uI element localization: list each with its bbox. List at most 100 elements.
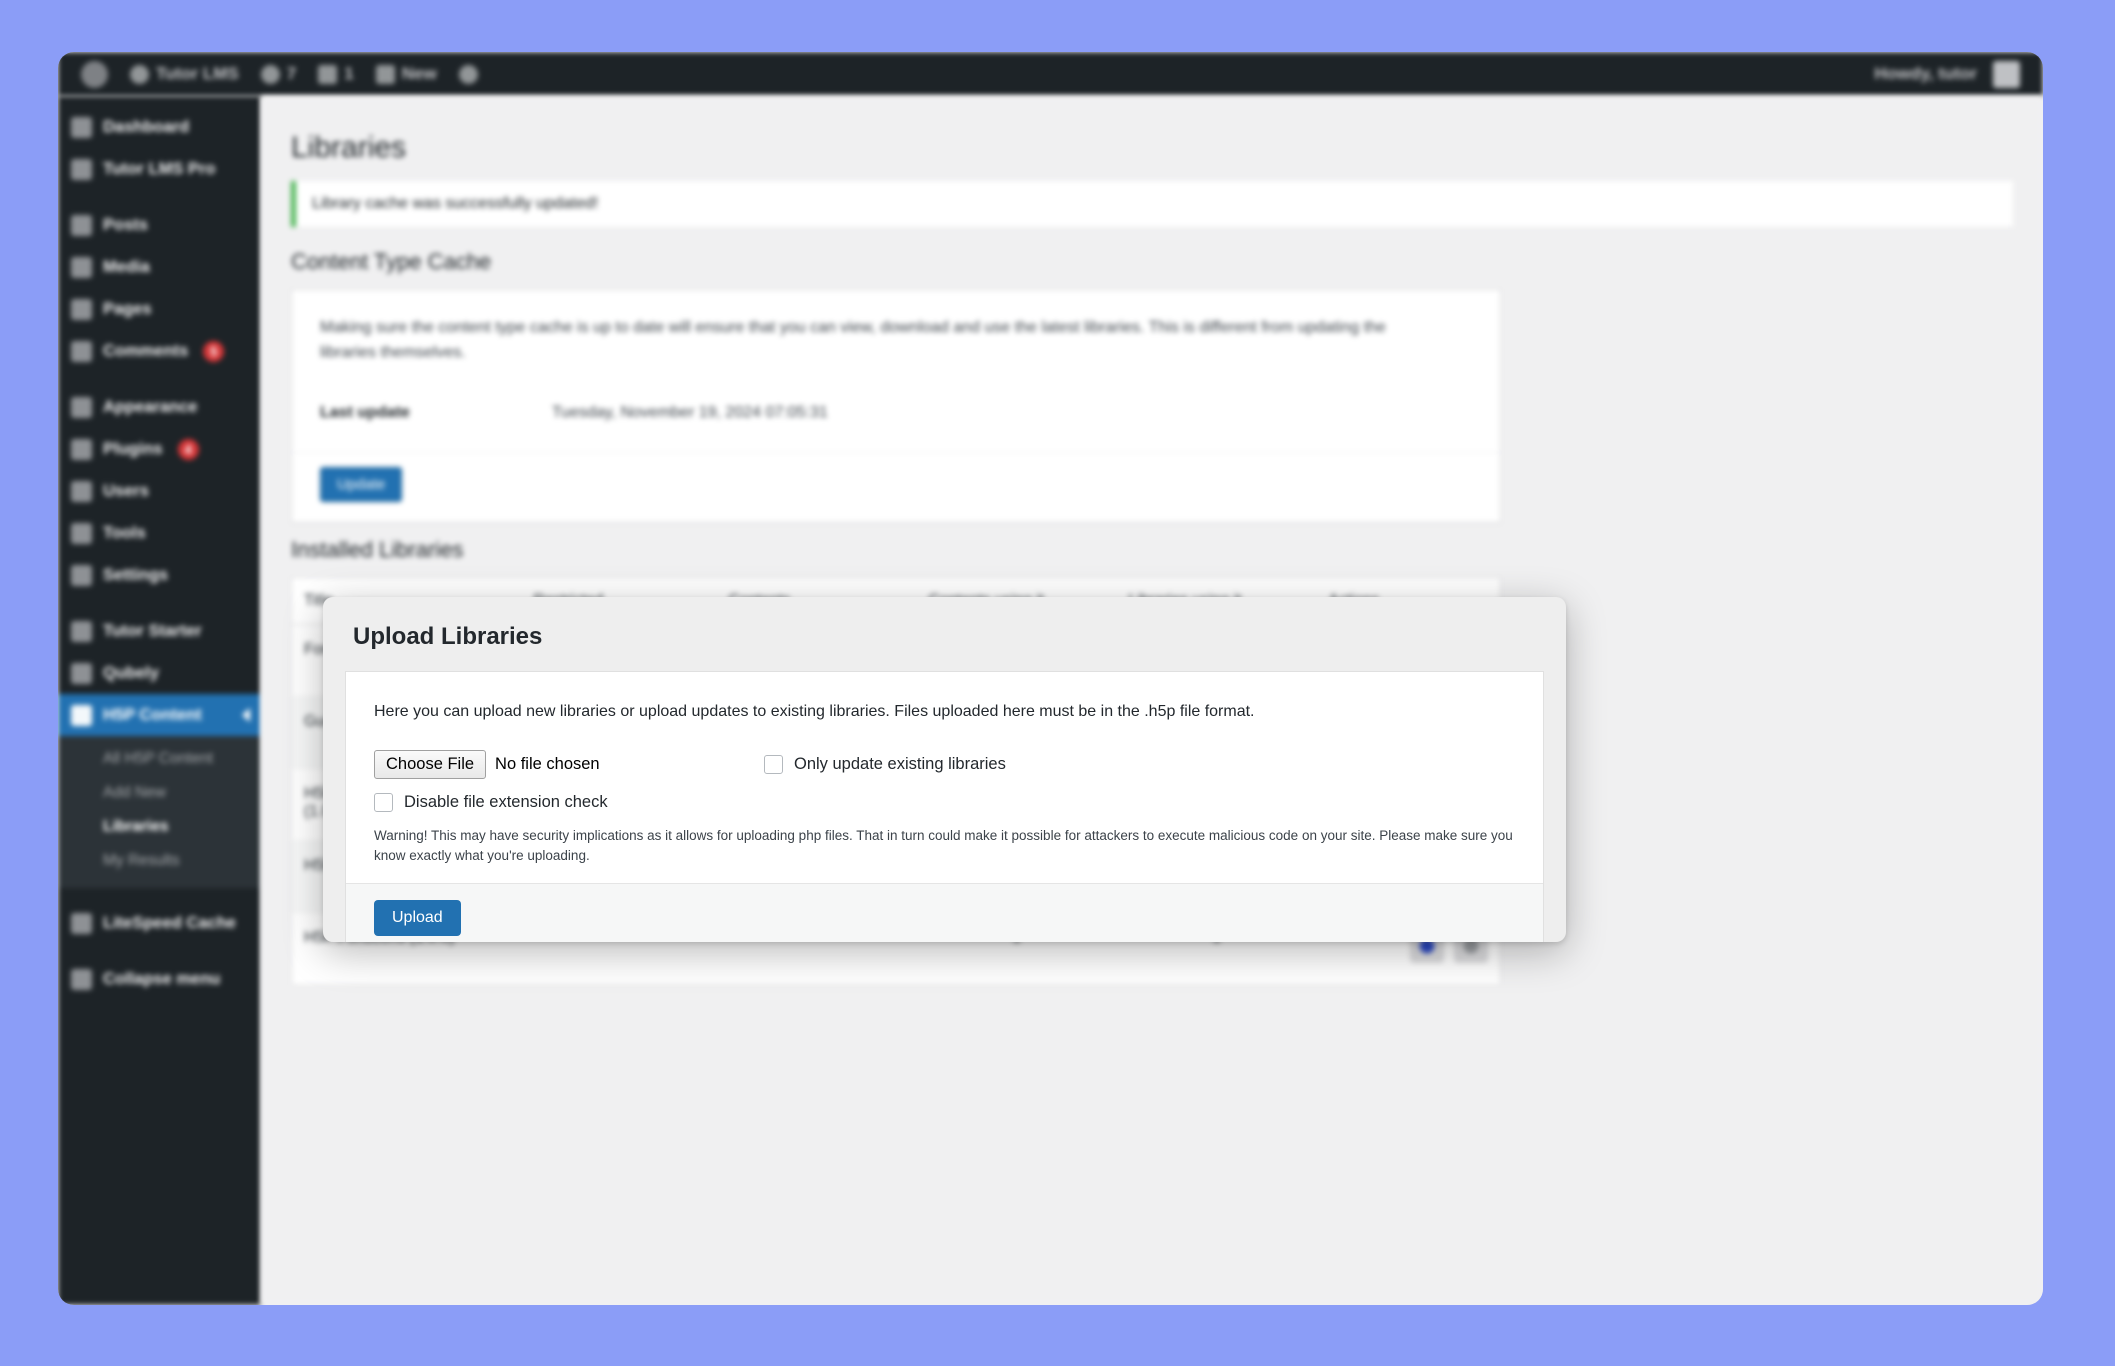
upload-form-footer: Upload — [346, 883, 1543, 942]
updates-count: 7 — [286, 64, 297, 83]
only-update-existing-checkbox[interactable] — [764, 755, 783, 774]
file-input[interactable]: Choose File No file chosen — [374, 750, 764, 779]
sidebar-divider — [58, 888, 261, 902]
new-label: New — [401, 64, 437, 83]
dashboard-icon — [71, 116, 92, 138]
sidebar-item-label: Dashboard — [103, 117, 190, 136]
pin-icon — [71, 214, 92, 236]
update-icon — [260, 64, 280, 84]
comment-icon — [71, 340, 92, 362]
admin-bar-account[interactable]: Howdy, tutor — [1863, 52, 2031, 96]
h5p-icon — [71, 704, 92, 726]
plus-icon — [375, 64, 395, 84]
sidebar-item-label: Tools — [103, 523, 146, 542]
page-title: Libraries — [291, 131, 407, 164]
sidebar-item-tutor-starter[interactable]: Tutor Starter — [58, 610, 261, 652]
sidebar-item-label: Appearance — [103, 397, 198, 416]
sidebar-item-my-results[interactable]: My Results — [58, 844, 261, 878]
sidebar-item-appearance[interactable]: Appearance — [58, 386, 261, 428]
update-cache-button[interactable]: Update — [320, 466, 403, 503]
sidebar-item-litespeed-cache[interactable]: LiteSpeed Cache — [58, 902, 261, 944]
content-type-cache-panel: Making sure the content type cache is up… — [291, 289, 1501, 524]
media-icon — [71, 256, 92, 278]
sidebar-item-label: LiteSpeed Cache — [103, 913, 236, 932]
sidebar-divider — [58, 596, 261, 610]
sidebar-item-dashboard[interactable]: Dashboard — [58, 106, 261, 148]
sidebar-divider — [58, 944, 261, 958]
sidebar-item-label: Plugins — [103, 439, 163, 458]
only-update-existing-label: Only update existing libraries — [794, 755, 1006, 773]
admin-bar-comments[interactable]: 1 — [307, 52, 364, 96]
sidebar-item-qubely[interactable]: Qubely — [58, 652, 261, 694]
comments-badge: 5 — [203, 340, 225, 362]
success-notice: Library cache was successfully updated! — [291, 181, 2013, 227]
admin-bar-wp-logo[interactable] — [70, 52, 119, 96]
chevron-right-icon — [242, 708, 250, 722]
sidebar-item-label: Tutor LMS Pro — [103, 159, 216, 178]
admin-bar-new[interactable]: New — [365, 52, 448, 96]
sidebar-item-label: Comments — [103, 341, 189, 360]
admin-bar-site-name[interactable]: Tutor LMS — [119, 52, 250, 96]
sidebar-item-h5p-content[interactable]: H5P Content — [58, 694, 261, 736]
upload-button[interactable]: Upload — [374, 900, 461, 937]
wordpress-logo-icon — [81, 60, 108, 88]
sidebar-item-label: Pages — [103, 299, 152, 318]
plugin-icon — [71, 438, 92, 460]
disable-file-extension-check-checkbox[interactable] — [374, 793, 393, 812]
sidebar-item-users[interactable]: Users — [58, 470, 261, 512]
last-update-label: Last update — [320, 403, 410, 421]
installed-libraries-heading: Installed Libraries — [291, 537, 464, 563]
choose-file-button[interactable]: Choose File — [374, 750, 487, 779]
avatar — [1993, 60, 2020, 88]
disable-file-extension-check-label: Disable file extension check — [404, 793, 608, 811]
sidebar-item-label: Collapse menu — [103, 969, 221, 988]
upload-form-body: Here you can upload new libraries or upl… — [346, 672, 1543, 883]
upload-description: Here you can upload new libraries or upl… — [374, 703, 1255, 720]
sidebar-item-add-new[interactable]: Add New — [58, 776, 261, 810]
content-type-cache-body: Making sure the content type cache is up… — [292, 290, 1500, 452]
sidebar-item-posts[interactable]: Posts — [58, 204, 261, 246]
wp-admin-bar: Tutor LMS 7 1 New Howdy, tutor — [58, 52, 2043, 96]
sidebar-item-label: Users — [103, 481, 149, 500]
upload-form-card: Here you can upload new libraries or upl… — [345, 671, 1544, 942]
qubely-icon — [71, 662, 92, 684]
sidebar-item-label: Media — [103, 257, 150, 276]
last-update-row: Last update Tuesday, November 19, 2024 0… — [320, 396, 1472, 444]
browser-window: Tutor LMS 7 1 New Howdy, tutor Dashboard — [58, 52, 2043, 1305]
last-update-value: Tuesday, November 19, 2024 07:05:31 — [552, 403, 828, 421]
settings-icon — [71, 564, 92, 586]
sidebar-item-collapse-menu[interactable]: Collapse menu — [58, 958, 261, 1000]
upload-libraries-modal: Upload Libraries Here you can upload new… — [323, 597, 1566, 942]
tutor-icon — [71, 158, 92, 180]
disable-extension-row: Disable file extension check — [374, 793, 1515, 812]
sidebar-item-label: Qubely — [103, 663, 159, 682]
home-icon — [130, 64, 149, 84]
h5p-submenu: All H5P Content Add New Libraries My Res… — [58, 736, 261, 888]
content-type-cache-description: Making sure the content type cache is up… — [320, 319, 1386, 361]
sidebar-item-all-h5p-content[interactable]: All H5P Content — [58, 742, 261, 776]
admin-bar-updates[interactable]: 7 — [250, 52, 307, 96]
sidebar-item-tools[interactable]: Tools — [58, 512, 261, 554]
sidebar-item-pages[interactable]: Pages — [58, 288, 261, 330]
modal-title: Upload Libraries — [353, 623, 543, 650]
comments-count: 1 — [344, 64, 354, 83]
tools-icon — [71, 522, 92, 544]
page-icon — [71, 298, 92, 320]
users-icon — [71, 480, 92, 502]
sidebar-item-comments[interactable]: Comments 5 — [58, 330, 261, 372]
sidebar-item-libraries[interactable]: Libraries — [58, 810, 261, 844]
sidebar-divider — [58, 372, 261, 386]
plugins-badge: 4 — [177, 438, 199, 460]
admin-bar-extra[interactable] — [448, 52, 489, 96]
sidebar-item-tutor-lms-pro[interactable]: Tutor LMS Pro — [58, 148, 261, 190]
collapse-icon — [71, 968, 92, 990]
sidebar-item-label: Posts — [103, 215, 148, 234]
site-name-label: Tutor LMS — [156, 64, 239, 83]
file-and-update-row: Choose File No file chosen Only update e… — [374, 750, 1515, 779]
brush-icon — [71, 396, 92, 418]
sidebar-item-media[interactable]: Media — [58, 246, 261, 288]
sidebar-item-plugins[interactable]: Plugins 4 — [58, 428, 261, 470]
sidebar-item-settings[interactable]: Settings — [58, 554, 261, 596]
chosen-file-name: No file chosen — [495, 755, 600, 773]
security-warning-text: Warning! This may have security implicat… — [374, 828, 1513, 863]
